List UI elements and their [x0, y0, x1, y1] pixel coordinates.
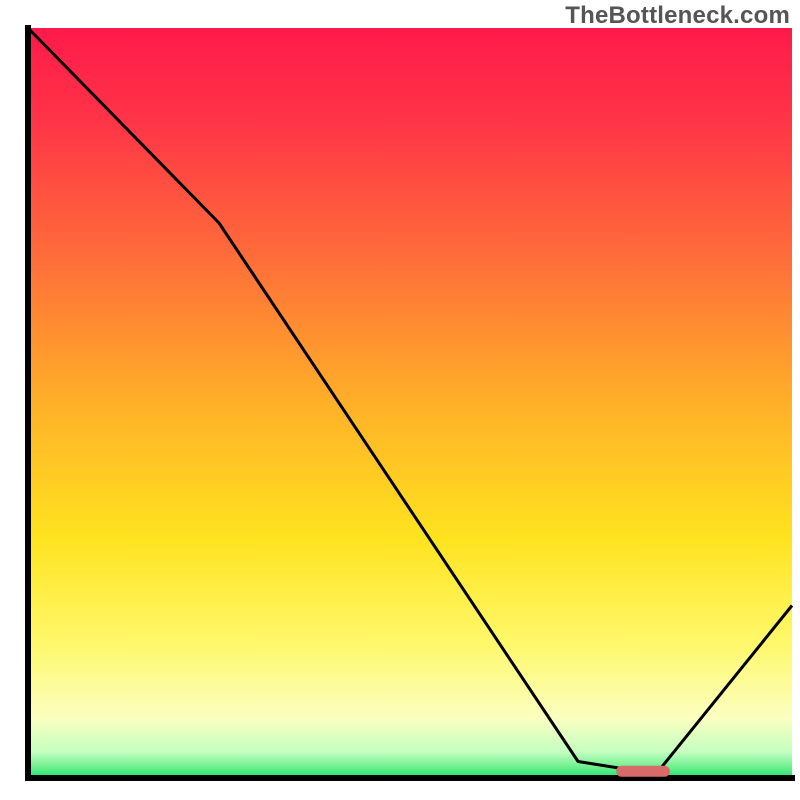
chart-frame: TheBottleneck.com [0, 0, 800, 800]
plot-background [28, 28, 792, 778]
watermark-text: TheBottleneck.com [565, 2, 790, 30]
chart-svg [0, 0, 800, 800]
optimal-marker [616, 766, 669, 777]
